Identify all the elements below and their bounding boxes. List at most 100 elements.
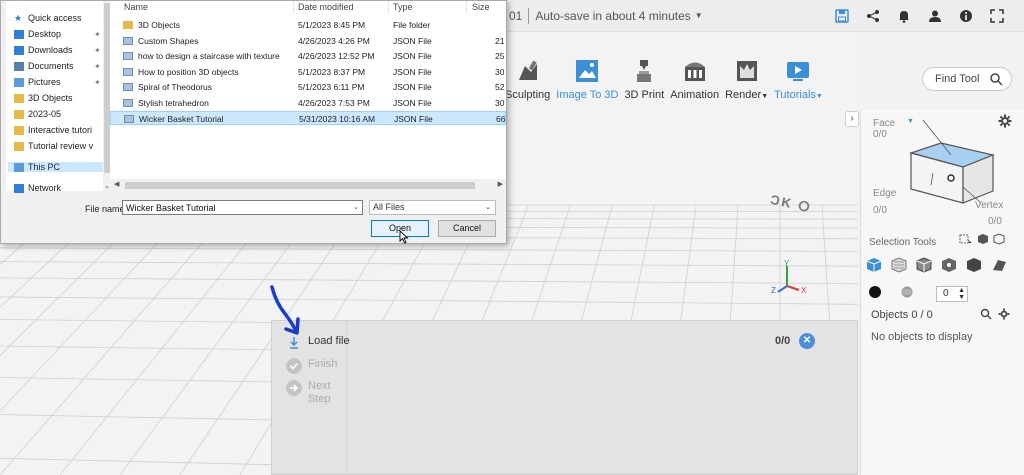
nav-item-3d-objects[interactable]: 3D Objects	[14, 93, 73, 103]
tool-3d-print[interactable]: 3D Print	[624, 58, 664, 110]
panel-collapse-button[interactable]: ›	[845, 111, 859, 127]
chevron-down-icon[interactable]: ⌄	[485, 201, 491, 214]
chevron-down-icon[interactable]: ▼	[695, 11, 703, 20]
find-tool-search[interactable]: Find Tool	[922, 67, 1012, 91]
right-panel: Face ▼ 0/0 Edge 0/0 Vertex 0/0 Selection…	[860, 110, 1024, 475]
select-lasso-icon[interactable]	[990, 256, 1008, 274]
fullscreen-icon[interactable]	[988, 7, 1006, 25]
nav-item-desktop[interactable]: Desktop ✦	[14, 29, 101, 39]
nav-item-2023-05[interactable]: 2023-05	[14, 109, 61, 119]
file-type: JSON File	[393, 82, 432, 92]
selection-tools-label: Selection Tools	[869, 237, 937, 248]
horizontal-scrollbar[interactable]: ◀ ▶	[110, 179, 506, 192]
tool-image-to-3d[interactable]: Image To 3D	[556, 58, 618, 110]
edge-label: Edge	[873, 188, 897, 199]
chevron-down-icon[interactable]: ⌄	[353, 203, 359, 211]
chevron-down-icon[interactable]: ⌄	[104, 182, 110, 190]
column-header-name[interactable]: Name	[124, 2, 148, 12]
file-row[interactable]: how to design a staircase with texture 4/…	[110, 49, 506, 63]
file-type-select[interactable]: All Files ⌄	[369, 200, 496, 215]
column-separator[interactable]	[466, 1, 467, 13]
tool-animation[interactable]: Animation	[670, 58, 719, 110]
json-file-icon	[123, 36, 133, 45]
color-row	[869, 286, 913, 298]
chevron-left-icon[interactable]: ◀	[114, 180, 119, 188]
nav-item-pictures[interactable]: Pictures ✦	[14, 77, 101, 87]
pin-icon[interactable]: ✦	[94, 30, 101, 39]
nav-item-tutorial-review-v[interactable]: Tutorial review v	[14, 141, 93, 151]
star-icon: ★	[14, 12, 23, 23]
tool-render[interactable]: Render▼	[725, 58, 768, 110]
file-row[interactable]: Wicker Basket Tutorial 5/31/2023 10:16 AM…	[110, 111, 506, 125]
select-edge-icon[interactable]	[915, 256, 933, 274]
autosave-status[interactable]: Auto-save in about 4 minutes	[535, 9, 690, 23]
share-icon[interactable]	[864, 7, 882, 25]
pin-icon[interactable]: ✦	[94, 78, 101, 87]
scrollbar-thumb[interactable]	[125, 182, 475, 189]
user-icon[interactable]	[926, 7, 944, 25]
column-separator[interactable]	[388, 1, 389, 13]
nav-item-interactive-tutori[interactable]: Interactive tutori	[14, 125, 92, 135]
save-icon[interactable]	[833, 7, 851, 25]
select-face-icon[interactable]	[890, 256, 908, 274]
file-name-input[interactable]	[122, 200, 363, 215]
tutorials-icon	[787, 62, 810, 81]
select-vertex-icon[interactable]	[940, 256, 958, 274]
step-label: Finish	[308, 358, 338, 370]
file-type: JSON File	[393, 35, 432, 46]
column-header-date[interactable]: Date modified	[298, 2, 354, 12]
cancel-button[interactable]: Cancel	[438, 220, 496, 237]
nav-item-this-pc[interactable]: This PC	[8, 162, 103, 172]
select-solid-icon[interactable]	[965, 256, 983, 274]
tool-label: 3D Print	[624, 89, 665, 101]
cube-small-icon[interactable]	[977, 233, 989, 245]
folder-icon	[14, 93, 24, 103]
network-icon	[14, 183, 24, 193]
quantity-stepper[interactable]: 0 ▲ ▼	[936, 286, 968, 302]
cube-wire-icon[interactable]	[993, 233, 1005, 245]
axis-gizmo[interactable]: Y X Z	[765, 258, 815, 303]
close-icon[interactable]: ✕	[799, 333, 815, 349]
chevron-right-icon[interactable]: ▶	[498, 180, 503, 188]
pin-icon[interactable]: ✦	[94, 62, 101, 71]
select-box-icon[interactable]	[959, 234, 973, 244]
color-swatch-black[interactable]	[869, 286, 881, 298]
nav-item-label: Downloads	[28, 45, 73, 55]
nav-item-label: Interactive tutori	[28, 125, 93, 135]
step-next[interactable]: Next Step	[286, 380, 338, 406]
file-size: 21	[495, 35, 505, 46]
document-title[interactable]: 01	[509, 9, 522, 23]
stepper-arrows-icon[interactable]: ▲ ▼	[958, 287, 965, 301]
column-header-type[interactable]: Type	[393, 2, 413, 12]
search-icon[interactable]	[980, 308, 992, 320]
file-row[interactable]: 3D Objects 5/1/2023 8:45 PM File folder	[110, 18, 506, 32]
column-separator[interactable]	[293, 1, 294, 13]
file-row[interactable]: How to position 3D objects 5/1/2023 8:37 …	[110, 65, 506, 79]
file-name: Stylish tetrahedron	[138, 97, 209, 108]
file-row[interactable]: Custom Shapes 4/26/2023 4:26 PM JSON File 2…	[110, 34, 506, 48]
tool-tutorials[interactable]: Tutorials▼	[774, 58, 823, 110]
pin-icon[interactable]: ✦	[94, 46, 101, 55]
printer-3d-icon	[637, 60, 652, 82]
tool-sculpting[interactable]: Sculpting	[505, 58, 550, 110]
info-icon[interactable]	[957, 7, 975, 25]
nav-item-downloads[interactable]: Downloads ✦	[14, 45, 101, 55]
nav-item-documents[interactable]: Documents ✦	[14, 61, 101, 71]
folder-icon	[14, 109, 24, 119]
search-icon[interactable]	[989, 72, 1003, 86]
file-row[interactable]: Spiral of Theodorus 5/1/2023 6:11 PM JSON …	[110, 80, 506, 94]
nav-item-quick-access[interactable]: ★ Quick access	[14, 13, 82, 23]
texture-icon[interactable]	[901, 286, 913, 298]
file-name: How to position 3D objects	[138, 66, 239, 77]
bell-icon[interactable]	[895, 7, 913, 25]
column-header-size[interactable]: Size	[472, 2, 490, 12]
gear-icon[interactable]	[998, 308, 1010, 320]
file-size: 30	[495, 66, 505, 77]
step-finish[interactable]: Finish	[286, 358, 337, 374]
file-row[interactable]: Stylish tetrahedron 4/26/2023 7:53 PM JSON…	[110, 96, 506, 110]
tool-label: Render▼	[725, 89, 769, 101]
file-size: 25	[495, 51, 505, 61]
select-object-icon[interactable]	[865, 256, 883, 274]
documents-icon	[14, 61, 24, 71]
nav-item-network[interactable]: Network	[14, 183, 61, 193]
